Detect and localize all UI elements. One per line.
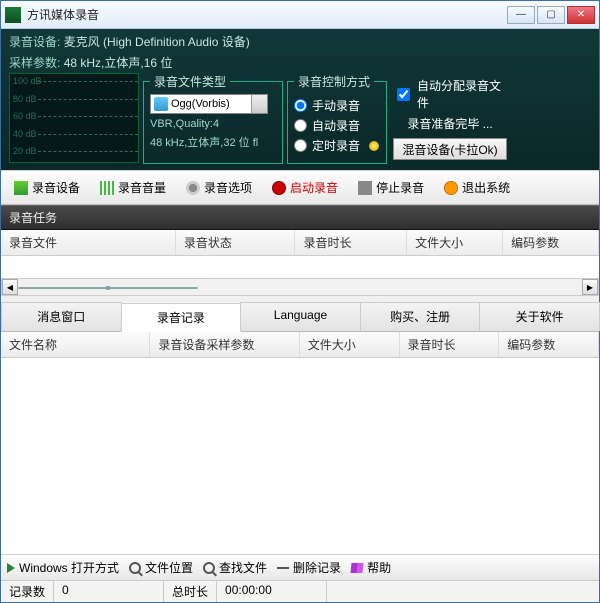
titlebar[interactable]: 方讯媒体录音 — ▢ ✕ xyxy=(1,1,599,29)
tb-stop[interactable]: 停止录音 xyxy=(351,175,431,200)
ready-status: 录音准备完毕 ... xyxy=(393,115,507,132)
device-icon xyxy=(14,181,28,195)
radio-manual-input[interactable] xyxy=(294,99,307,112)
app-window: 方讯媒体录音 — ▢ ✕ 录音设备: 麦克风 (High Definition … xyxy=(0,0,600,603)
maximize-button[interactable]: ▢ xyxy=(537,6,565,24)
tb-start[interactable]: 启动录音 xyxy=(265,175,345,200)
tab-buy[interactable]: 购买、注册 xyxy=(360,302,481,331)
tab-messages[interactable]: 消息窗口 xyxy=(1,302,122,331)
minimize-button[interactable]: — xyxy=(507,6,535,24)
right-column: 自动分配录音文件 录音准备完毕 ... 混音设备(卡拉Ok) xyxy=(391,73,509,164)
status-bar: 记录数 0 总时长 00:00:00 xyxy=(1,580,599,602)
tab-strip: 消息窗口 录音记录 Language 购买、注册 关于软件 xyxy=(1,302,599,332)
ctrl-group: 录音控制方式 手动录音 自动录音 定时录音 xyxy=(287,73,387,164)
stop-icon xyxy=(358,181,372,195)
meter-60db: 60 dB xyxy=(13,111,37,121)
close-button[interactable]: ✕ xyxy=(567,6,595,24)
tb-device[interactable]: 录音设备 xyxy=(7,175,87,200)
bb-help[interactable]: 帮助 xyxy=(351,559,391,576)
meter-40db: 40 dB xyxy=(13,129,37,139)
status-count: 0 xyxy=(54,581,164,602)
col-status[interactable]: 录音状态 xyxy=(176,230,296,255)
book-icon xyxy=(351,563,364,573)
volume-icon xyxy=(100,181,114,195)
quality-text: VBR,Quality:4 xyxy=(150,118,276,130)
rcol-duration[interactable]: 录音时长 xyxy=(400,332,500,357)
sampling-value: 48 kHz,立体声,16 位 xyxy=(64,56,173,70)
tab-about[interactable]: 关于软件 xyxy=(479,302,600,331)
meter-100db: 100 dB xyxy=(13,76,42,86)
bb-open[interactable]: Windows 打开方式 xyxy=(7,559,119,576)
config-panel: 录音设备: 麦克风 (High Definition Audio 设备) 采样参… xyxy=(1,29,599,170)
disk-icon xyxy=(154,97,168,111)
bb-location[interactable]: 文件位置 xyxy=(129,559,193,576)
radio-auto[interactable]: 自动录音 xyxy=(294,117,380,134)
window-title: 方讯媒体录音 xyxy=(27,6,507,23)
meter-80db: 80 dB xyxy=(13,94,37,104)
search-icon xyxy=(129,562,141,574)
device-label: 录音设备: xyxy=(9,35,60,49)
rcol-name[interactable]: 文件名称 xyxy=(1,332,150,357)
gear-icon xyxy=(186,181,200,195)
tb-exit[interactable]: 退出系统 xyxy=(437,175,517,200)
file-sampling-text: 48 kHz,立体声,32 位 fl xyxy=(150,134,276,150)
status-total-label: 总时长 xyxy=(164,581,217,602)
radio-timer-input[interactable] xyxy=(294,139,307,152)
col-file[interactable]: 录音文件 xyxy=(1,230,176,255)
task-header: 录音任务 xyxy=(1,205,599,230)
bb-delete[interactable]: 删除记录 xyxy=(277,559,341,576)
radio-auto-input[interactable] xyxy=(294,119,307,132)
app-icon xyxy=(5,7,21,23)
col-encode[interactable]: 编码参数 xyxy=(503,230,599,255)
bottom-toolbar: Windows 打开方式 文件位置 查找文件 删除记录 帮助 xyxy=(1,554,599,580)
col-duration[interactable]: 录音时长 xyxy=(295,230,407,255)
scroll-right-icon[interactable]: ▶ xyxy=(582,279,598,295)
task-hscroll[interactable]: ◀ ▶ xyxy=(1,278,599,296)
radio-manual[interactable]: 手动录音 xyxy=(294,97,380,114)
task-columns: 录音文件 录音状态 录音时长 文件大小 编码参数 xyxy=(1,230,599,256)
play-icon xyxy=(7,563,15,573)
tb-options[interactable]: 录音选项 xyxy=(179,175,259,200)
status-total: 00:00:00 xyxy=(217,581,327,602)
file-type-legend: 录音文件类型 xyxy=(150,73,230,90)
status-spacer xyxy=(327,581,599,602)
level-meter: 100 dB 80 dB 60 dB 40 dB 20 dB xyxy=(9,73,139,163)
tab-records[interactable]: 录音记录 xyxy=(121,303,242,332)
ctrl-legend: 录音控制方式 xyxy=(294,73,374,90)
file-type-select[interactable]: Ogg(Vorbis) ▼ xyxy=(150,94,268,114)
rcol-size[interactable]: 文件大小 xyxy=(300,332,400,357)
mix-device-button[interactable]: 混音设备(卡拉Ok) xyxy=(393,138,507,160)
exit-icon xyxy=(444,181,458,195)
minus-icon xyxy=(277,567,289,569)
record-columns: 文件名称 录音设备采样参数 文件大小 录音时长 编码参数 xyxy=(1,332,599,358)
scroll-thumb[interactable] xyxy=(18,287,198,289)
rcol-params[interactable]: 录音设备采样参数 xyxy=(150,332,299,357)
record-icon xyxy=(272,181,286,195)
col-size[interactable]: 文件大小 xyxy=(407,230,503,255)
task-list-body xyxy=(1,256,599,278)
bb-find[interactable]: 查找文件 xyxy=(203,559,267,576)
record-list-body xyxy=(1,358,599,554)
main-toolbar: 录音设备 录音音量 录音选项 启动录音 停止录音 退出系统 xyxy=(1,170,599,205)
sampling-label: 采样参数: xyxy=(9,56,60,70)
rcol-encode[interactable]: 编码参数 xyxy=(499,332,599,357)
tb-volume[interactable]: 录音音量 xyxy=(93,175,173,200)
search-icon-2 xyxy=(203,562,215,574)
meter-20db: 20 dB xyxy=(13,146,37,156)
status-count-label: 记录数 xyxy=(1,581,54,602)
file-type-group: 录音文件类型 Ogg(Vorbis) ▼ VBR,Quality:4 48 kH… xyxy=(143,73,283,164)
chevron-down-icon: ▼ xyxy=(251,95,267,113)
scroll-left-icon[interactable]: ◀ xyxy=(2,279,18,295)
radio-timer[interactable]: 定时录音 xyxy=(294,137,380,154)
tab-language[interactable]: Language xyxy=(240,302,361,331)
device-value: 麦克风 (High Definition Audio 设备) xyxy=(64,35,250,49)
auto-alloc-checkbox[interactable]: 自动分配录音文件 xyxy=(393,77,507,111)
timer-status-icon xyxy=(369,141,379,151)
file-type-value: Ogg(Vorbis) xyxy=(171,98,251,110)
